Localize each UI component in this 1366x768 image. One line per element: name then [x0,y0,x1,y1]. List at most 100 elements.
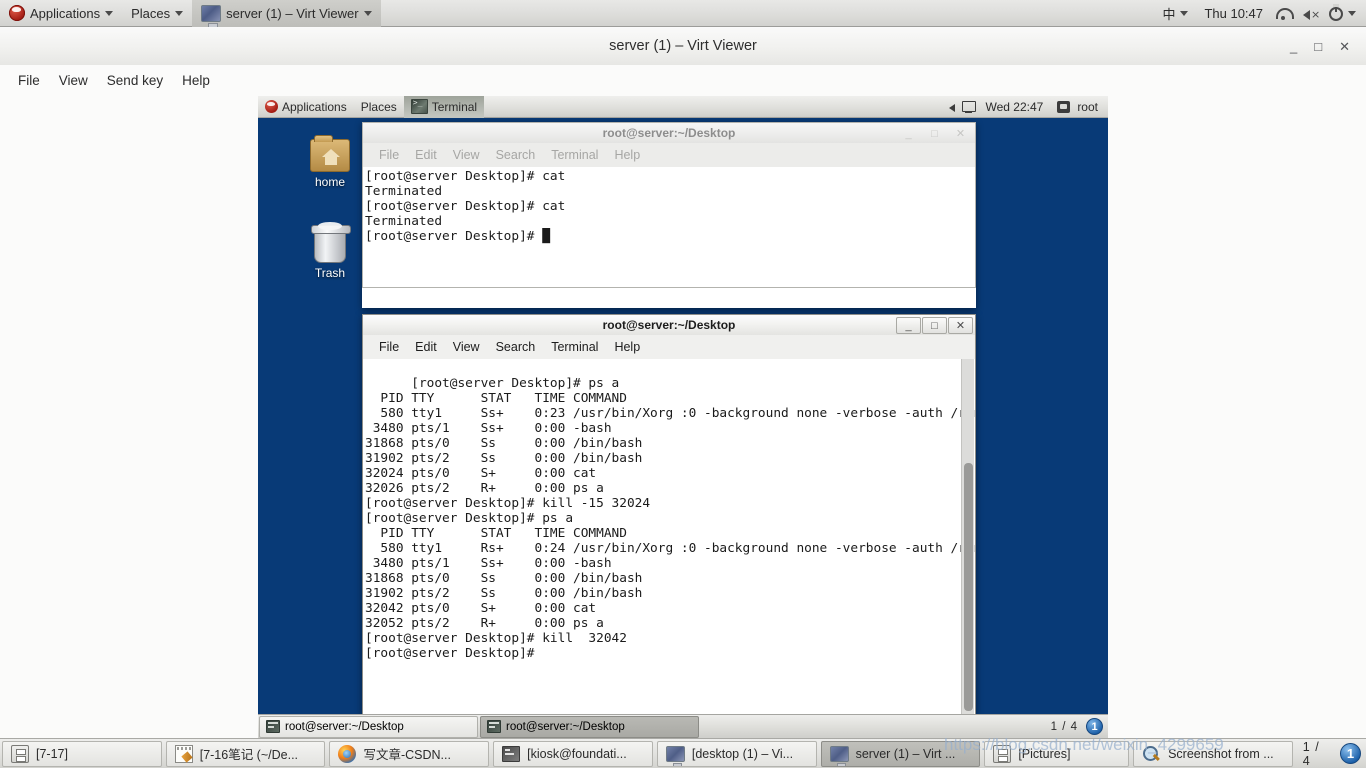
host-applications-menu[interactable]: Applications [0,0,122,27]
maximize-button[interactable]: □ [922,317,947,334]
host-taskbar-item-screenshot[interactable]: Screenshot from ... [1133,740,1293,767]
menu-edit[interactable]: Edit [407,338,445,356]
menu-search[interactable]: Search [488,146,544,164]
desktop-icon-label: Trash [314,266,346,280]
terminal-2-scrollbar[interactable] [961,359,974,714]
host-taskbar-item-label: Screenshot from ... [1168,746,1274,761]
vm-applications-menu[interactable]: Applications [258,96,354,118]
files-icon [993,744,1012,763]
vm-window-icon [665,745,685,766]
menu-view[interactable]: View [445,338,488,356]
minimize-button[interactable]: _ [896,125,921,142]
host-taskbar-item-label: [7-16笔记 (~/De... [199,748,299,762]
close-button[interactable]: ✕ [1339,40,1350,53]
power-icon[interactable] [1329,4,1343,21]
maximize-button[interactable]: □ [1314,40,1322,53]
vm-top-panel: Applications Places Terminal Wed 22:47 r… [258,96,1108,118]
network-icon[interactable] [962,100,978,114]
host-taskbar: [7-17] [7-16笔记 (~/De... 写文章-CSDN... [kio… [0,738,1366,768]
menu-edit[interactable]: Edit [407,146,445,164]
menu-file[interactable]: File [371,338,407,356]
image-viewer-icon [1142,745,1161,763]
desktop-icon-label: home [314,175,346,189]
terminal-1-title: root@server:~/Desktop [602,126,736,140]
menu-file[interactable]: File [9,69,49,92]
desktop-icon-home[interactable]: home [297,135,363,189]
host-applications-label: Applications [30,5,101,21]
menu-help[interactable]: Help [606,338,648,356]
vm-active-window-label: Terminal [431,99,478,114]
redhat-logo-icon [265,100,278,113]
host-taskbar-item-pictures[interactable]: [Pictures] [984,740,1130,767]
terminal-window-2[interactable]: root@server:~/Desktop _ □ ✕ File Edit Vi… [362,314,976,716]
host-notification-badge[interactable]: 1 [1340,743,1362,764]
terminal-2-body[interactable]: [root@server Desktop]# ps a PID TTY STAT… [362,359,976,715]
volume-icon[interactable] [948,100,962,114]
menu-terminal[interactable]: Terminal [543,338,606,356]
vm-notification-badge[interactable]: 1 [1086,718,1103,735]
host-taskbar-item-firefox[interactable]: 写文章-CSDN... [329,740,490,767]
vm-taskbar-item-terminal-1[interactable]: root@server:~/Desktop [259,715,478,738]
menu-view[interactable]: View [445,146,488,164]
virt-viewer-menu-bar: File View Send key Help [0,65,1366,95]
maximize-button[interactable]: □ [922,125,947,142]
menu-search[interactable]: Search [488,338,544,356]
minimize-button[interactable]: _ [1290,40,1297,53]
vm-window-menu-terminal[interactable]: Terminal [403,96,485,118]
caret-down-icon[interactable] [1348,10,1356,16]
files-icon [11,744,29,763]
terminal-icon [266,720,280,733]
host-places-menu[interactable]: Places [122,0,192,27]
terminal-window-1[interactable]: root@server:~/Desktop _ □ ✕ File Edit Vi… [362,122,976,308]
menu-view[interactable]: View [50,69,97,92]
vm-clock[interactable]: Wed 22:47 [978,96,1050,118]
desktop-icon-trash[interactable]: Trash [297,222,363,280]
host-window-menu-label: server (1) – Virt Viewer [226,5,359,21]
host-workspace-pager[interactable]: 1 / 4 [1295,740,1340,768]
vm-workspace-pager[interactable]: 1 / 4 [1043,721,1086,733]
menu-help[interactable]: Help [606,146,648,164]
vm-places-menu[interactable]: Places [354,96,404,118]
close-button[interactable]: ✕ [948,317,973,334]
vm-user-menu[interactable]: root [1050,96,1108,118]
menu-terminal[interactable]: Terminal [543,146,606,164]
close-button[interactable]: ✕ [948,125,973,142]
host-taskbar-item-files-7-17[interactable]: [7-17] [2,740,162,767]
redhat-logo-icon [9,5,25,21]
virt-viewer-title-bar[interactable]: server (1) – Virt Viewer _ □ ✕ [0,27,1366,65]
input-method-indicator[interactable]: 中 [1153,0,1197,27]
host-taskbar-item-kiosk-terminal[interactable]: [kiosk@foundati... [493,740,653,767]
menu-send-key[interactable]: Send key [98,69,172,92]
trash-icon [311,222,351,263]
caret-down-icon [1180,10,1189,16]
virt-viewer-window-controls: _ □ ✕ [1290,27,1358,65]
scrollbar-thumb[interactable] [964,463,973,711]
host-taskbar-item-label: [7-17] [36,746,68,761]
host-window-menu-virt-viewer[interactable]: server (1) – Virt Viewer [192,0,381,28]
host-taskbar-item-desktop-virt-viewer[interactable]: [desktop (1) – Vi... [656,740,817,767]
vm-taskbar: root@server:~/Desktop root@server:~/Desk… [258,714,1108,738]
terminal-2-title-bar[interactable]: root@server:~/Desktop _ □ ✕ [362,314,976,335]
host-top-panel: Applications Places server (1) – Virt Vi… [0,0,1366,28]
terminal-1-window-controls: _ □ ✕ [896,125,973,142]
input-method-label: 中 [1162,6,1176,22]
user-icon [1057,100,1071,113]
terminal-1-title-bar[interactable]: root@server:~/Desktop _ □ ✕ [362,122,976,143]
vm-window-icon [201,4,222,28]
volume-muted-icon[interactable] [1302,5,1320,22]
wifi-icon[interactable] [1275,5,1294,22]
host-clock[interactable]: Thu 10:47 [1197,6,1270,21]
vm-screen[interactable]: Applications Places Terminal Wed 22:47 r… [258,96,1108,738]
terminal-1-output[interactable]: [root@server Desktop]# cat Terminated [r… [362,167,976,288]
vm-taskbar-item-terminal-2[interactable]: root@server:~/Desktop [480,715,699,738]
menu-help[interactable]: Help [173,69,219,92]
terminal-2-output: [root@server Desktop]# ps a PID TTY STAT… [365,376,975,661]
menu-file[interactable]: File [371,146,407,164]
host-taskbar-item-notes[interactable]: [7-16笔记 (~/De... [165,740,326,767]
minimize-button[interactable]: _ [896,317,921,334]
host-taskbar-item-label: [Pictures] [1018,746,1071,761]
terminal-2-title: root@server:~/Desktop [602,318,736,332]
caret-down-icon [363,10,372,16]
host-taskbar-item-server-virt-viewer[interactable]: server (1) – Virt ... [820,740,981,767]
terminal-1-menu-bar: File Edit View Search Terminal Help [362,143,976,167]
